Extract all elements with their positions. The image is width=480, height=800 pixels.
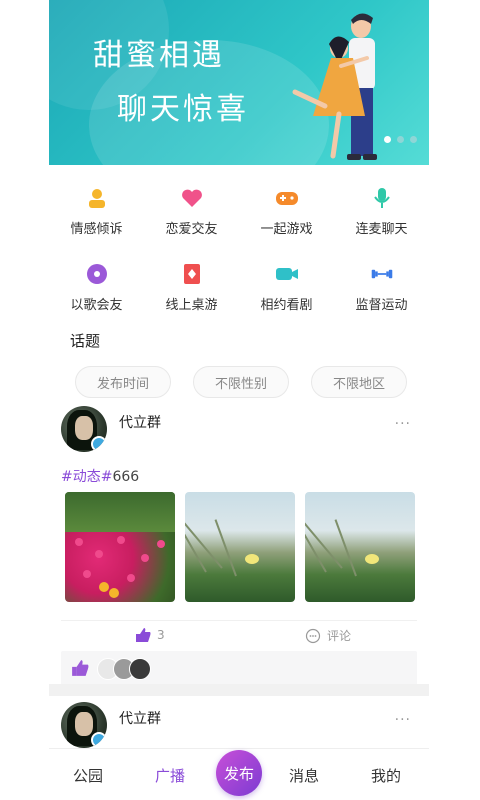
filter-bar: 发布时间 不限性别 不限地区 <box>75 366 407 398</box>
playing-card-icon <box>180 262 204 286</box>
person-icon <box>85 186 109 210</box>
category-label: 情感倾诉 <box>70 222 123 237</box>
filter-region[interactable]: 不限地区 <box>311 366 407 398</box>
post-author-name[interactable]: 代立群 <box>119 708 161 728</box>
category-grid: 情感倾诉 恋爱交友 一起游戏 连麦聊天 以歌会友 线上桌游 相约看剧 监督运动 <box>49 178 429 330</box>
post-topic-tags[interactable]: #动态#666 <box>61 466 139 486</box>
category-board-games[interactable]: 线上桌游 <box>144 254 239 330</box>
banner-headline: 甜蜜相遇 <box>93 38 225 73</box>
liker-avatar[interactable] <box>129 658 151 680</box>
nav-messages[interactable]: 消息 <box>289 765 319 786</box>
category-label: 监督运动 <box>355 298 408 313</box>
thumbs-up-icon <box>136 628 151 642</box>
filter-gender[interactable]: 不限性别 <box>193 366 289 398</box>
category-dating[interactable]: 恋爱交友 <box>144 178 239 254</box>
category-emotional-talk[interactable]: 情感倾诉 <box>49 178 144 254</box>
nav-park[interactable]: 公园 <box>73 765 103 786</box>
avatar[interactable] <box>61 406 107 452</box>
nav-broadcast[interactable]: 广播 <box>155 765 185 786</box>
carousel-dot[interactable] <box>384 136 391 143</box>
post-photo-grid <box>65 492 415 602</box>
more-options-icon[interactable]: ··· <box>395 712 411 728</box>
verified-badge-icon <box>91 436 107 452</box>
category-play-games[interactable]: 一起游戏 <box>239 178 334 254</box>
heart-icon <box>180 186 204 210</box>
like-button[interactable]: 3 <box>135 627 165 643</box>
carousel-dot[interactable] <box>397 136 404 143</box>
liked-by-bar[interactable] <box>61 651 417 685</box>
banner-subheadline: 聊天惊喜 <box>117 92 249 127</box>
post-actions: 3 评论 <box>61 620 417 649</box>
carousel-indicator <box>384 136 417 143</box>
category-label: 线上桌游 <box>165 298 218 313</box>
category-voice-chat[interactable]: 连麦聊天 <box>334 178 429 254</box>
filter-publish-time[interactable]: 发布时间 <box>75 366 171 398</box>
nav-profile[interactable]: 我的 <box>371 765 401 786</box>
left-margin <box>0 0 49 800</box>
right-margin <box>429 0 480 800</box>
section-title-topics: 话题 <box>70 332 101 350</box>
post-photo[interactable] <box>65 492 175 602</box>
banner-carousel[interactable]: 甜蜜相遇 聊天惊喜 <box>49 0 429 165</box>
topic-tag[interactable]: #动态# <box>61 469 112 485</box>
post-author-name[interactable]: 代立群 <box>119 412 161 432</box>
category-label: 连麦聊天 <box>355 222 408 237</box>
music-disc-icon <box>85 262 109 286</box>
like-count: 3 <box>157 628 165 642</box>
category-label: 以歌会友 <box>70 298 123 313</box>
app-screen: 甜蜜相遇 聊天惊喜 情感倾诉 恋爱交友 一起游戏 连麦聊天 以歌会友 线上桌游 … <box>49 0 429 800</box>
comment-button[interactable]: 评论 <box>305 627 351 644</box>
post-photo[interactable] <box>305 492 415 602</box>
more-options-icon[interactable]: ··· <box>395 416 411 432</box>
category-music-friends[interactable]: 以歌会友 <box>49 254 144 330</box>
dumbbell-icon <box>370 262 394 286</box>
category-exercise[interactable]: 监督运动 <box>334 254 429 330</box>
microphone-icon <box>370 186 394 210</box>
thumbs-up-icon <box>72 660 89 676</box>
carousel-dot[interactable] <box>410 136 417 143</box>
avatar[interactable] <box>61 702 107 748</box>
category-label: 相约看剧 <box>260 298 313 313</box>
category-label: 一起游戏 <box>260 222 313 237</box>
publish-button[interactable]: 发布 <box>216 750 262 796</box>
comment-label: 评论 <box>327 629 352 643</box>
verified-badge-icon <box>91 732 107 748</box>
video-camera-icon <box>275 262 299 286</box>
category-watch-shows[interactable]: 相约看剧 <box>239 254 334 330</box>
gamepad-icon <box>275 186 299 210</box>
post-photo[interactable] <box>185 492 295 602</box>
post-separator <box>49 684 429 696</box>
comment-bubble-icon <box>305 628 321 643</box>
category-label: 恋爱交友 <box>165 222 218 237</box>
tag-number: 666 <box>112 469 140 485</box>
bottom-nav: 公园 广播 发布 消息 我的 <box>49 748 429 800</box>
